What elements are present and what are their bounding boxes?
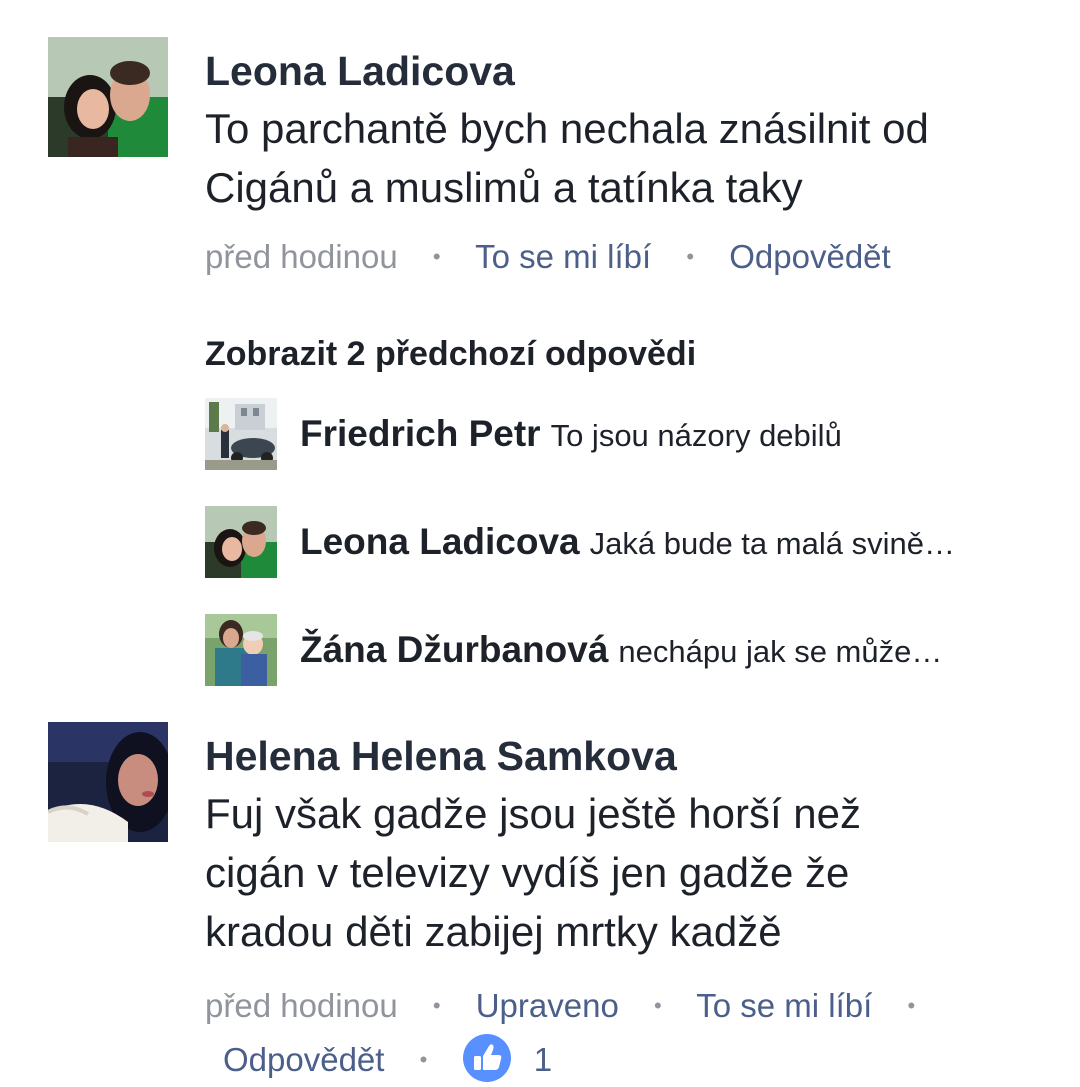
reply-text: Jaká bude ta malá svině… [589, 526, 955, 561]
avatar[interactable] [205, 506, 277, 578]
comment-text: To parchantě bych nechala znásilnit od C… [205, 105, 929, 211]
comment-author[interactable]: Leona Ladicova [205, 43, 1056, 99]
reply-author[interactable]: Leona Ladicova [300, 521, 580, 562]
comment-meta: před hodinou • To se mi líbí • Odpovědět [205, 233, 1056, 281]
comment-meta: před hodinou • Upraveno • To se mi líbí … [205, 979, 1056, 1087]
reply-line: Friedrich Petr To jsou názory debilů [300, 410, 842, 466]
comment-timestamp[interactable]: před hodinou [205, 238, 398, 275]
thumbs-up-icon[interactable] [462, 1034, 511, 1083]
like-count: 1 [533, 1041, 553, 1078]
comment-author[interactable]: Helena Helena Samkova [205, 728, 1056, 784]
reply-line: Žána Džurbanová nechápu jak se může… [300, 626, 942, 682]
separator-dot-icon: • [432, 993, 441, 1018]
reply-item: Friedrich Petr To jsou názory debilů [205, 398, 1060, 470]
reply-button[interactable]: Odpovědět [729, 238, 890, 275]
show-previous-replies-link[interactable]: Zobrazit 2 předchozí odpovědi [205, 330, 696, 378]
avatar[interactable] [205, 398, 277, 470]
separator-dot-icon: • [686, 244, 695, 269]
reply-line: Leona Ladicova Jaká bude ta malá svině… [300, 518, 955, 574]
reply-button[interactable]: Odpovědět [223, 1041, 384, 1078]
separator-dot-icon: • [653, 993, 662, 1018]
edited-link[interactable]: Upraveno [476, 987, 619, 1024]
separator-dot-icon: • [419, 1047, 428, 1072]
reply-item: Žána Džurbanová nechápu jak se může… [205, 614, 1060, 686]
reply-text: To jsou názory debilů [550, 418, 842, 453]
avatar[interactable] [48, 37, 168, 157]
reply-author[interactable]: Žána Džurbanová [300, 629, 608, 670]
reply-text: nechápu jak se může… [618, 634, 943, 669]
reply-author[interactable]: Friedrich Petr [300, 413, 541, 454]
comment: Leona Ladicova To parchantě bych nechala… [48, 37, 1056, 297]
comment-text: Fuj však gadže jsou ještě horší než cigá… [205, 790, 862, 955]
comment-body: Helena Helena Samkova Fuj však gadže jso… [205, 722, 1056, 1087]
separator-dot-icon: • [432, 244, 441, 269]
comment-timestamp[interactable]: před hodinou [205, 987, 398, 1024]
like-button[interactable]: To se mi líbí [475, 238, 651, 275]
like-button[interactable]: To se mi líbí [696, 987, 872, 1024]
comment: Helena Helena Samkova Fuj však gadže jso… [48, 722, 1056, 1083]
avatar[interactable] [205, 614, 277, 686]
avatar[interactable] [48, 722, 168, 842]
comment-body: Leona Ladicova To parchantě bych nechala… [205, 37, 1056, 281]
separator-dot-icon: • [907, 993, 916, 1018]
reply-item: Leona Ladicova Jaká bude ta malá svině… [205, 506, 1060, 578]
